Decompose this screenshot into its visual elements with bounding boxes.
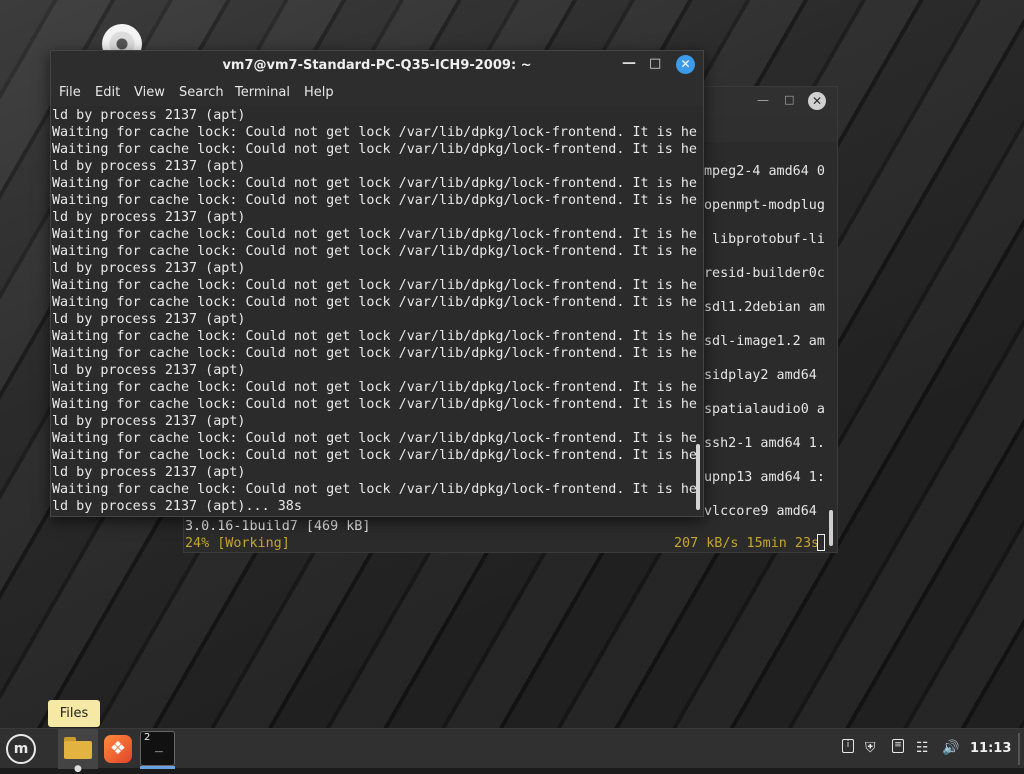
maximize-icon[interactable]: □ — [649, 56, 661, 71]
menu-terminal[interactable]: Terminal — [235, 85, 290, 100]
terminal-icon: _ — [155, 738, 163, 753]
output-line: ld by process 2137 (apt) — [52, 261, 246, 276]
output-line: Waiting for cache lock: Could not get lo… — [52, 244, 697, 259]
output-line: sdl-image1.2 am — [704, 334, 825, 349]
menu-file[interactable]: File — [59, 85, 81, 100]
output-line: vlccore9 amd64 — [704, 504, 817, 519]
taskbar: m ● ❖ 2 _ i ⛨ ≡ ☷ 🔊 11:13 — [0, 728, 1024, 774]
menu-icon[interactable]: m — [6, 734, 36, 764]
folder-icon — [64, 737, 92, 759]
output-line: ld by process 2137 (apt) — [52, 312, 246, 327]
output-line: libprotobuf-li — [704, 232, 825, 247]
download-rate: 207 kB/s 15min 23s — [674, 536, 820, 551]
tooltip: Files — [48, 700, 100, 727]
output-line: sidplay2 amd64 — [704, 368, 817, 383]
files-launcher[interactable]: ● — [58, 729, 98, 774]
output-line: Waiting for cache lock: Could not get lo… — [52, 142, 697, 157]
close-icon[interactable]: ✕ — [676, 55, 695, 74]
output-line: ld by process 2137 (apt) — [52, 414, 246, 429]
version-line: 3.0.16-1build7 [469 kB] — [185, 519, 371, 534]
update-manager-icon[interactable]: i — [842, 739, 854, 753]
show-desktop-button[interactable] — [1018, 733, 1020, 765]
output-line: Waiting for cache lock: Could not get lo… — [52, 176, 697, 191]
output-line: Waiting for cache lock: Could not get lo… — [52, 346, 697, 361]
titlebar[interactable]: vm7@vm7-Standard-PC-Q35-ICH9-2009: ~ — □… — [51, 51, 703, 81]
output-line: Waiting for cache lock: Could not get lo… — [52, 329, 697, 344]
output-line: Waiting for cache lock: Could not get lo… — [52, 482, 697, 497]
menu-search[interactable]: Search — [179, 85, 224, 100]
output-line: mpeg2-4 amd64 0 — [704, 164, 825, 179]
output-line: ssh2-1 amd64 1. — [704, 436, 825, 451]
running-indicator: ● — [74, 764, 82, 774]
menu-edit[interactable]: Edit — [95, 85, 120, 100]
output-line: openmpt-modplug — [704, 198, 825, 213]
output-line: spatialaudio0 a — [704, 402, 825, 417]
output-line: sdl1.2debian am — [704, 300, 825, 315]
window-count-badge: 2 — [144, 732, 151, 743]
output-line: Waiting for cache lock: Could not get lo… — [52, 295, 697, 310]
output-line: resid-builder0c — [704, 266, 825, 281]
maximize-icon[interactable]: □ — [784, 93, 794, 106]
output-line: upnp13 amd64 1: — [704, 470, 825, 485]
volume-icon[interactable]: 🔊 — [942, 739, 959, 757]
shield-icon[interactable]: ⛨ — [865, 739, 876, 757]
firefox-launcher[interactable]: ❖ — [104, 735, 132, 763]
output-line: ld by process 2137 (apt) — [52, 465, 246, 480]
terminal-window[interactable]: vm7@vm7-Standard-PC-Q35-ICH9-2009: ~ — □… — [50, 50, 704, 517]
output-line: Waiting for cache lock: Could not get lo… — [52, 193, 697, 208]
minimize-icon[interactable]: — — [757, 93, 769, 107]
output-line: ld by process 2137 (apt) — [52, 210, 246, 225]
output-line: Waiting for cache lock: Could not get lo… — [52, 125, 697, 140]
close-icon[interactable]: ✕ — [808, 92, 826, 110]
terminal-launcher[interactable]: 2 _ — [140, 731, 175, 766]
output-line: Waiting for cache lock: Could not get lo… — [52, 448, 697, 463]
menu-view[interactable]: View — [134, 85, 165, 100]
window-title: vm7@vm7-Standard-PC-Q35-ICH9-2009: ~ — [222, 58, 532, 73]
menu-help[interactable]: Help — [304, 85, 334, 100]
clipboard-icon[interactable]: ≡ — [892, 739, 904, 753]
output-line: ld by process 2137 (apt) — [52, 108, 246, 123]
text-cursor — [817, 534, 825, 551]
firefox-icon: ❖ — [109, 738, 127, 759]
minimize-icon[interactable]: — — [622, 55, 636, 71]
output-line: ld by process 2137 (apt)... 38s — [52, 499, 302, 514]
network-icon[interactable]: ☷ — [916, 739, 929, 757]
menubar: File Edit View Search Terminal Help — [51, 81, 703, 106]
terminal-output[interactable]: ld by process 2137 (apt) Waiting for cac… — [51, 106, 703, 516]
output-line: Waiting for cache lock: Could not get lo… — [52, 431, 697, 446]
progress-status: 24% [Working] — [185, 536, 290, 551]
clock[interactable]: 11:13 — [970, 741, 1011, 756]
output-line: ld by process 2137 (apt) — [52, 159, 246, 174]
output-line: Waiting for cache lock: Could not get lo… — [52, 380, 697, 395]
output-line: Waiting for cache lock: Could not get lo… — [52, 227, 697, 242]
output-line: Waiting for cache lock: Could not get lo… — [52, 278, 697, 293]
output-line: ld by process 2137 (apt) — [52, 363, 246, 378]
scrollbar[interactable] — [829, 510, 833, 546]
scrollbar[interactable] — [696, 444, 700, 510]
output-line: Waiting for cache lock: Could not get lo… — [52, 397, 697, 412]
